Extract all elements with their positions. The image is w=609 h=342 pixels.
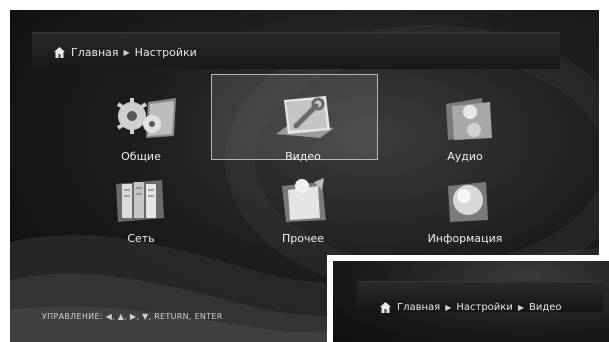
inset-breadcrumb: Главная ▶ Настройки ▶ Видео: [379, 300, 562, 314]
controls-label: УПРАВЛЕНИЕ:: [42, 312, 103, 321]
breadcrumb-home[interactable]: Главная: [71, 46, 119, 59]
inset-screenshot: Главная ▶ Настройки ▶ Видео: [327, 255, 609, 342]
breadcrumb-separator-icon: ▶: [123, 47, 130, 57]
gears-icon: [116, 98, 176, 138]
home-icon[interactable]: [379, 301, 392, 314]
menu-item-label: Аудио: [447, 150, 483, 163]
menu-item-misc[interactable]: Прочее: [224, 170, 382, 255]
menu-item-label: Прочее: [281, 232, 325, 245]
breadcrumb-separator-icon: ▶: [445, 302, 452, 312]
menu-item-label: Сеть: [127, 232, 155, 245]
misc-icon: [282, 178, 326, 222]
menu-item-audio[interactable]: Аудио: [386, 88, 544, 173]
audio-folder-icon: [446, 98, 492, 140]
wrench-icon: [276, 96, 334, 138]
breadcrumb-separator-icon: ▶: [517, 302, 524, 312]
menu-item-label: Общие: [121, 150, 161, 163]
info-icon: [448, 182, 488, 222]
menu-item-info[interactable]: Информация: [386, 170, 544, 255]
breadcrumb: Главная ▶ Настройки: [53, 44, 197, 60]
inset-breadcrumb-level1[interactable]: Настройки: [456, 302, 512, 313]
menu-item-label: Видео: [285, 150, 321, 163]
menu-item-video[interactable]: Видео: [224, 88, 382, 173]
menu-item-network[interactable]: Сеть: [62, 170, 220, 255]
home-icon[interactable]: [53, 46, 66, 59]
inset-breadcrumb-level2: Видео: [529, 301, 562, 313]
controls-hint: УПРАВЛЕНИЕ: ◀, ▲, ▶, ▼, RETURN, ENTER: [42, 312, 223, 321]
menu-item-label: Информация: [427, 232, 503, 245]
controls-keys: ◀, ▲, ▶, ▼, RETURN, ENTER: [105, 312, 223, 321]
menu-item-general[interactable]: Общие: [62, 88, 220, 173]
breadcrumb-current: Настройки: [134, 45, 197, 59]
inset-breadcrumb-home[interactable]: Главная: [397, 302, 440, 313]
network-icon: [116, 180, 164, 222]
